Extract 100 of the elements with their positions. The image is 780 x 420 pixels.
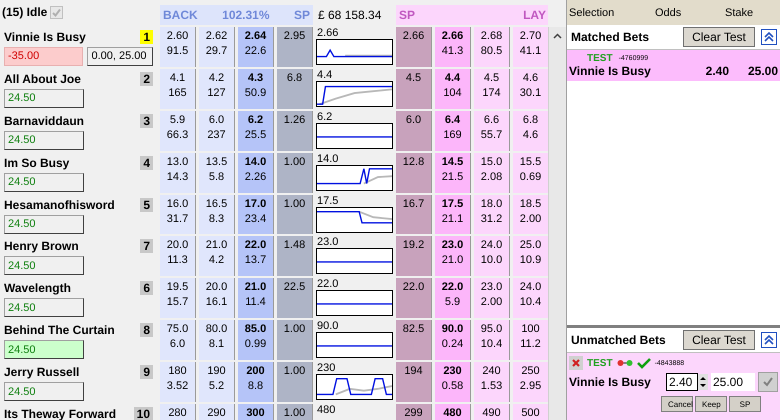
sp-cell[interactable]: 194 — [396, 362, 432, 402]
sp-cell[interactable]: 1.00 — [277, 404, 313, 420]
action-button[interactable]: Keep — [695, 396, 727, 412]
sp-cell[interactable]: 1.00 — [277, 194, 313, 234]
price-cell[interactable]: 80.0 8.1 — [199, 320, 235, 360]
price-cell[interactable]: 240 1.53 — [474, 362, 510, 402]
clear-test-button[interactable]: Clear Test — [683, 27, 755, 47]
price-cell[interactable]: 190 5.2 — [199, 362, 235, 402]
collapse-icon[interactable] — [761, 332, 777, 348]
price-cell[interactable]: 6.0 237 — [199, 110, 235, 151]
price-cell[interactable]: 20.0 16.1 — [199, 278, 235, 318]
price-cell[interactable]: 490 — [474, 404, 510, 420]
odds-field[interactable]: 2.40 — [666, 373, 698, 391]
scrollbar[interactable] — [548, 27, 566, 420]
price-cell[interactable]: 4.4 104 — [435, 68, 471, 109]
price-cell[interactable]: 2.62 29.7 — [199, 26, 235, 67]
confirm-button[interactable] — [758, 372, 778, 392]
sp-cell[interactable]: 2.95 — [277, 26, 313, 67]
scroll-up-icon[interactable] — [553, 33, 562, 39]
price-cell[interactable]: 15.0 2.08 — [474, 152, 510, 193]
price-cell[interactable]: 18.0 31.2 — [474, 194, 510, 234]
checkbox[interactable] — [50, 6, 64, 19]
profit-loss-button[interactable]: 24.50 — [4, 172, 84, 192]
price-cell[interactable]: 21.0 4.2 — [199, 236, 235, 276]
sp-cell[interactable]: 1.00 — [277, 320, 313, 360]
price-cell[interactable]: 6.2 25.5 — [238, 110, 274, 151]
price-cell[interactable]: 4.6 30.1 — [513, 68, 548, 109]
sp-cell[interactable]: 6.0 — [396, 110, 432, 151]
price-cell[interactable]: 17.5 21.1 — [435, 194, 471, 234]
price-cell[interactable]: 5.9 66.3 — [160, 110, 196, 151]
profit-loss-button[interactable]: 24.50 — [4, 130, 84, 150]
price-cell[interactable]: 85.0 0.99 — [238, 320, 274, 360]
sp-cell[interactable]: 1.00 — [277, 362, 313, 402]
price-cell[interactable]: 200 8.8 — [238, 362, 274, 402]
sp-cell[interactable]: 2.66 — [396, 26, 432, 67]
price-cell[interactable]: 24.0 10.0 — [474, 236, 510, 276]
price-cell[interactable]: 2.66 41.3 — [435, 26, 471, 67]
sp-cell[interactable]: 22.5 — [277, 278, 313, 318]
price-cell[interactable]: 22.0 5.9 — [435, 278, 471, 318]
price-cell[interactable]: 4.2 127 — [199, 68, 235, 109]
price-cell[interactable]: 18.5 2.00 — [513, 194, 548, 234]
action-button[interactable]: SP — [729, 396, 761, 412]
price-cell[interactable]: 24.0 10.4 — [513, 278, 548, 318]
profit-loss-button[interactable]: -35.00 — [4, 46, 84, 66]
price-cell[interactable]: 13.0 14.3 — [160, 152, 196, 193]
price-cell[interactable]: 19.5 15.7 — [160, 278, 196, 318]
sp-cell[interactable]: 1.26 — [277, 110, 313, 151]
sp-cell[interactable]: 16.7 — [396, 194, 432, 234]
price-cell[interactable]: 280 — [160, 404, 196, 420]
price-cell[interactable]: 480 — [435, 404, 471, 420]
price-cell[interactable]: 6.6 55.7 — [474, 110, 510, 151]
profit-loss-button[interactable]: 24.50 — [4, 340, 84, 360]
sp-cell[interactable]: 22.0 — [396, 278, 432, 318]
price-cell[interactable]: 2.60 91.5 — [160, 26, 196, 67]
price-cell[interactable]: 2.70 41.1 — [513, 26, 548, 67]
price-cell[interactable]: 6.8 4.6 — [513, 110, 548, 151]
price-cell[interactable]: 14.0 2.26 — [238, 152, 274, 193]
profit-loss-button[interactable]: 24.50 — [4, 88, 84, 108]
spinner-arrows-icon[interactable] — [698, 374, 708, 390]
price-cell[interactable]: 100 11.2 — [513, 320, 548, 360]
profit-loss-button[interactable]: 24.50 — [4, 256, 84, 276]
sp-cell[interactable]: 6.8 — [277, 68, 313, 109]
price-cell[interactable]: 20.0 11.3 — [160, 236, 196, 276]
toggle-icon[interactable] — [616, 359, 633, 367]
delete-icon[interactable] — [569, 356, 583, 370]
price-cell[interactable]: 180 3.52 — [160, 362, 196, 402]
profit-loss-button[interactable]: 24.50 — [4, 382, 84, 402]
price-cell[interactable]: 16.0 31.7 — [160, 194, 196, 234]
collapse-icon[interactable] — [761, 29, 777, 45]
price-cell[interactable]: 21.0 11.4 — [238, 278, 274, 318]
price-cell[interactable]: 23.0 21.0 — [435, 236, 471, 276]
sp-cell[interactable]: 299 — [396, 404, 432, 420]
price-cell[interactable]: 4.3 50.9 — [238, 68, 274, 109]
price-cell[interactable]: 75.0 6.0 — [160, 320, 196, 360]
price-cell[interactable]: 6.4 169 — [435, 110, 471, 151]
price-cell[interactable]: 16.5 8.3 — [199, 194, 235, 234]
profit-loss-button[interactable]: 24.50 — [4, 214, 84, 234]
price-cell[interactable]: 23.0 2.00 — [474, 278, 510, 318]
price-cell[interactable]: 2.68 80.5 — [474, 26, 510, 67]
price-cell[interactable]: 14.5 21.5 — [435, 152, 471, 193]
sp-cell[interactable]: 1.48 — [277, 236, 313, 276]
sp-cell[interactable]: 1.00 — [277, 152, 313, 193]
sp-cell[interactable]: 4.5 — [396, 68, 432, 109]
price-cell[interactable]: 15.5 0.69 — [513, 152, 548, 193]
price-cell[interactable]: 4.5 174 — [474, 68, 510, 109]
sp-cell[interactable]: 19.2 — [396, 236, 432, 276]
price-cell[interactable]: 300 — [238, 404, 274, 420]
clear-test-button[interactable]: Clear Test — [683, 330, 755, 350]
sp-cell[interactable]: 12.8 — [396, 152, 432, 193]
price-cell[interactable]: 90.0 0.24 — [435, 320, 471, 360]
stake-field[interactable]: 25.00 — [711, 373, 755, 391]
price-cell[interactable]: 2.64 22.6 — [238, 26, 274, 67]
price-cell[interactable]: 22.0 13.7 — [238, 236, 274, 276]
price-cell[interactable]: 250 2.95 — [513, 362, 548, 402]
price-cell[interactable]: 230 0.58 — [435, 362, 471, 402]
price-cell[interactable]: 4.1 165 — [160, 68, 196, 109]
price-cell[interactable]: 290 — [199, 404, 235, 420]
price-cell[interactable]: 500 — [513, 404, 548, 420]
price-cell[interactable]: 17.0 23.4 — [238, 194, 274, 234]
price-cell[interactable]: 95.0 10.4 — [474, 320, 510, 360]
